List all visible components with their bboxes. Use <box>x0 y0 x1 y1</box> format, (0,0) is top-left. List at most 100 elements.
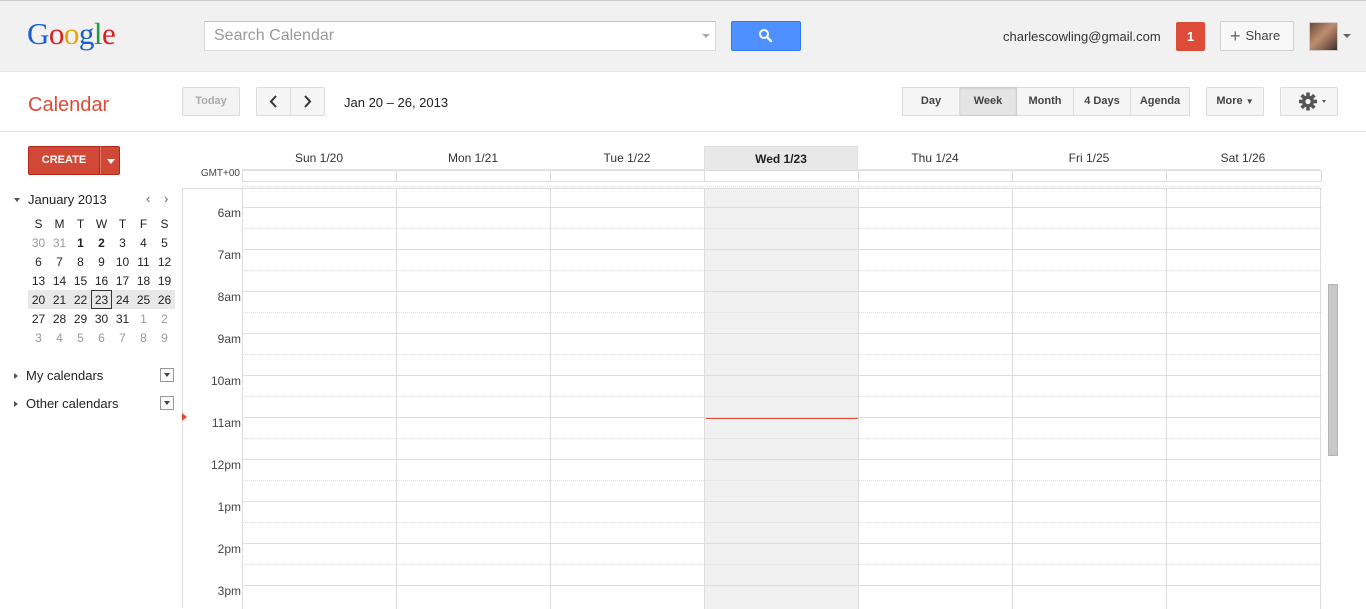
search-options-caret-icon[interactable] <box>702 34 710 38</box>
logo-letter: e <box>102 16 116 51</box>
collapse-triangle-icon[interactable] <box>14 198 20 202</box>
other-calendars-menu-icon[interactable] <box>160 396 174 410</box>
hour-line <box>242 333 1322 334</box>
view-day-button[interactable]: Day <box>902 87 960 116</box>
hour-label: 9am <box>217 332 241 346</box>
mini-day[interactable]: 14 <box>49 271 70 290</box>
mini-prev-month-icon[interactable]: ‹ <box>146 191 150 206</box>
mini-day[interactable]: 24 <box>112 290 133 309</box>
mini-day[interactable]: 18 <box>133 271 154 290</box>
mini-day[interactable]: 29 <box>70 309 91 328</box>
mini-day[interactable]: 5 <box>154 233 175 252</box>
view-agenda-button[interactable]: Agenda <box>1131 87 1190 116</box>
mini-calendar-title: January 2013 <box>28 192 107 207</box>
search-input[interactable] <box>205 22 685 50</box>
mini-day[interactable]: 20 <box>28 290 49 309</box>
mini-day[interactable]: 2 <box>154 309 175 328</box>
previous-period-button[interactable] <box>256 87 291 116</box>
hour-label: 3pm <box>217 584 241 598</box>
scrollbar[interactable] <box>1328 284 1338 456</box>
view-week-button[interactable]: Week <box>960 87 1017 116</box>
mini-day[interactable]: 12 <box>154 252 175 271</box>
all-day-row[interactable] <box>242 170 1322 182</box>
mini-day[interactable]: 26 <box>154 290 175 309</box>
next-period-button[interactable] <box>290 87 325 116</box>
half-hour-line <box>242 438 1322 439</box>
day-column-divider <box>1012 189 1013 609</box>
share-button[interactable]: + Share <box>1220 21 1294 51</box>
mini-day[interactable]: 6 <box>28 252 49 271</box>
mini-day[interactable]: 6 <box>91 328 112 347</box>
notification-badge[interactable]: 1 <box>1176 22 1205 51</box>
mini-day[interactable]: 8 <box>70 252 91 271</box>
mini-next-month-icon[interactable]: › <box>164 191 168 206</box>
half-hour-line <box>242 354 1322 355</box>
search-button[interactable] <box>731 21 801 51</box>
my-calendars-section[interactable]: My calendars <box>14 368 103 383</box>
user-email[interactable]: charlescowling@gmail.com <box>1003 29 1161 44</box>
hour-label: 11am <box>211 416 241 430</box>
mini-day[interactable]: 17 <box>112 271 133 290</box>
mini-day[interactable]: 30 <box>28 233 49 252</box>
view-month-button[interactable]: Month <box>1017 87 1074 116</box>
other-calendars-section[interactable]: Other calendars <box>14 396 119 411</box>
mini-day[interactable]: 13 <box>28 271 49 290</box>
all-day-divider <box>550 171 551 181</box>
create-dropdown-icon[interactable] <box>100 146 120 175</box>
view-4-days-button[interactable]: 4 Days <box>1074 87 1131 116</box>
my-calendars-menu-icon[interactable] <box>160 368 174 382</box>
mini-day[interactable]: 31 <box>49 233 70 252</box>
hour-grid[interactable]: 6am 7am 8am 9am 10am 11am 12pm 1pm 2pm 3pm <box>182 186 1322 609</box>
mini-day[interactable]: 9 <box>91 252 112 271</box>
mini-day[interactable]: 7 <box>49 252 70 271</box>
mini-day[interactable]: 21 <box>49 290 70 309</box>
more-button[interactable]: More ▼ <box>1206 87 1264 116</box>
mini-day[interactable]: 10 <box>112 252 133 271</box>
account-menu-caret-icon[interactable] <box>1343 34 1351 38</box>
today-button[interactable]: Today <box>182 87 240 116</box>
mini-day[interactable]: 11 <box>133 252 154 271</box>
mini-day[interactable]: 4 <box>49 328 70 347</box>
mini-day[interactable]: 22 <box>70 290 91 309</box>
day-header[interactable]: Mon 1/21 <box>396 146 550 170</box>
mini-day[interactable]: 8 <box>133 328 154 347</box>
mini-day[interactable]: 9 <box>154 328 175 347</box>
mini-day[interactable]: 30 <box>91 309 112 328</box>
mini-day[interactable]: 5 <box>70 328 91 347</box>
chevron-right-icon <box>304 95 312 108</box>
search-box[interactable] <box>204 21 716 51</box>
weekday-initial: S <box>160 216 169 231</box>
hour-line <box>242 417 1322 418</box>
day-header[interactable]: Sun 1/20 <box>242 146 396 170</box>
mini-day[interactable]: 3 <box>112 233 133 252</box>
day-column-divider <box>704 189 705 609</box>
mini-day[interactable]: 31 <box>112 309 133 328</box>
day-header[interactable]: Thu 1/24 <box>858 146 1012 170</box>
settings-button[interactable] <box>1280 87 1338 116</box>
mini-day[interactable]: 16 <box>91 271 112 290</box>
day-column-divider <box>242 189 243 609</box>
day-header[interactable]: Tue 1/22 <box>550 146 704 170</box>
day-header[interactable]: Wed 1/23 <box>704 146 858 170</box>
mini-day[interactable]: 4 <box>133 233 154 252</box>
mini-day[interactable]: 1 <box>70 233 91 252</box>
mini-day[interactable]: 25 <box>133 290 154 309</box>
mini-day[interactable]: 27 <box>28 309 49 328</box>
top-bar: Google charlescowling@gmail.com 1 + Share <box>0 0 1366 72</box>
day-header[interactable]: Fri 1/25 <box>1012 146 1166 170</box>
day-header[interactable]: Sat 1/26 <box>1166 146 1320 170</box>
create-button[interactable]: CREATE <box>28 146 100 175</box>
avatar[interactable] <box>1309 22 1338 51</box>
mini-day[interactable]: 28 <box>49 309 70 328</box>
hour-line <box>242 543 1322 544</box>
mini-day[interactable]: 2 <box>91 233 112 252</box>
mini-day[interactable]: 19 <box>154 271 175 290</box>
mini-day-today[interactable]: 23 <box>91 290 112 309</box>
chevron-left-icon <box>269 95 277 108</box>
google-logo[interactable]: Google <box>27 16 116 52</box>
mini-day[interactable]: 7 <box>112 328 133 347</box>
mini-day[interactable]: 15 <box>70 271 91 290</box>
mini-day[interactable]: 1 <box>133 309 154 328</box>
toolbar: Calendar Today Jan 20 – 26, 2013 Day Week… <box>0 72 1366 132</box>
mini-day[interactable]: 3 <box>28 328 49 347</box>
